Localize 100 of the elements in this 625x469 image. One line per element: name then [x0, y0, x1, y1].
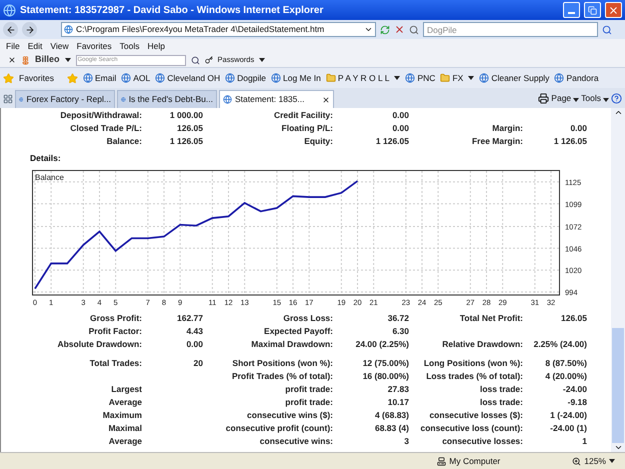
stat-label: Floating P/L:	[282, 123, 333, 133]
stat-value: 2.25% (24.00)	[534, 338, 587, 349]
globe-icon	[223, 95, 232, 104]
favorites-link[interactable]: AOL	[133, 72, 150, 84]
print-icon[interactable]	[538, 93, 550, 104]
stat-label: Relative Drawdown:	[442, 338, 523, 349]
favorites-link[interactable]: Pandora	[566, 72, 599, 84]
globe-icon	[155, 73, 166, 83]
globe-icon	[3, 4, 16, 16]
stat-value: -24.00 (1)	[550, 422, 587, 433]
stat-label: Equity:	[304, 136, 333, 146]
series-label: Balance	[35, 172, 64, 182]
stat-value: 1 000.00	[170, 110, 203, 120]
quick-tabs-icon[interactable]	[3, 94, 13, 104]
menu-item[interactable]: Favorites	[76, 40, 112, 52]
browser-tab[interactable]: Is the Fed's Debt-Bu...	[117, 90, 217, 108]
stat-value: 1 126.05	[170, 136, 203, 146]
stat-value: 1 126.05	[376, 136, 409, 146]
stat-label: Loss trades (% of total):	[426, 370, 523, 381]
stat-label: Short Positions (won %):	[232, 358, 333, 368]
menu-item[interactable]: File	[6, 40, 20, 52]
stat-value: 1 (-24.00)	[550, 410, 587, 420]
close-button[interactable]	[605, 2, 622, 18]
stat-label: Expected Payoff:	[264, 326, 333, 336]
back-button[interactable]	[3, 22, 18, 37]
search-icon	[409, 24, 419, 34]
menu-item[interactable]: Tools	[120, 40, 140, 52]
stat-value: 162.77	[177, 312, 203, 323]
scrollbar[interactable]	[611, 108, 625, 452]
search-field[interactable]: DogPile	[423, 22, 598, 37]
forward-button[interactable]	[22, 22, 37, 37]
favorites-button[interactable]: Favorites	[19, 72, 54, 84]
favorites-link[interactable]: Log Me In	[283, 72, 321, 84]
search-button[interactable]	[602, 24, 612, 34]
globe-icon	[479, 73, 490, 83]
billeo-button[interactable]: Billeo	[35, 53, 60, 67]
favorites-link[interactable]: Dogpile	[237, 72, 266, 84]
search-icon	[602, 24, 612, 34]
favorites-folder[interactable]: P A Y R O L L	[338, 72, 390, 84]
address-field[interactable]: C:\Program Files\Forex4you MetaTrader 4\DetailedStatement.htm	[61, 22, 376, 37]
stat-label: profit trade:	[285, 396, 333, 407]
maximize-button[interactable]	[584, 2, 601, 18]
favorites-link[interactable]: Cleaner Supply	[491, 72, 550, 84]
stat-label: Long Positions (won %):	[424, 358, 523, 368]
help-icon[interactable]	[611, 93, 622, 104]
dropdown-arrow-icon	[468, 76, 474, 80]
favorites-link[interactable]: Cleveland OH	[167, 72, 220, 84]
command-menu[interactable]: Page	[551, 92, 572, 105]
zoom-level[interactable]: 125%	[584, 454, 606, 468]
stat-label: Deposit/Withdrawal:	[60, 110, 142, 120]
forward-arrow-icon	[24, 24, 34, 34]
stat-label: Profit Trades (% of total):	[232, 370, 333, 381]
favorites-link[interactable]: PNC	[417, 72, 436, 84]
stat-value: 0.00	[392, 110, 409, 120]
stat-value: -24.00	[562, 384, 587, 394]
stat-value: 0.00	[186, 338, 203, 349]
chevron-down-icon[interactable]	[364, 25, 373, 34]
stat-label: Free Margin:	[472, 136, 523, 146]
minimize-button[interactable]	[563, 2, 580, 18]
stat-value: 3	[404, 436, 409, 446]
menu-item[interactable]: View	[50, 40, 69, 52]
stat-value: 24.00 (2.25%)	[356, 338, 409, 349]
stat-value: 16 (80.00%)	[362, 370, 409, 381]
command-menu[interactable]: Tools	[581, 92, 601, 105]
search-icon[interactable]	[190, 56, 200, 64]
favorites-link[interactable]: Email	[94, 72, 116, 84]
menu-item[interactable]: Help	[147, 40, 165, 52]
menu-item[interactable]: Edit	[28, 40, 42, 52]
computer-icon	[437, 456, 446, 466]
dropdown-arrow-icon	[573, 98, 580, 102]
stat-value: 126.05	[561, 312, 587, 323]
folder-icon	[326, 73, 336, 83]
stat-label: Gross Profit:	[90, 312, 142, 323]
stop-icon[interactable]	[394, 24, 405, 35]
stat-value: 4 (68.83)	[374, 410, 409, 420]
chevron-up-icon[interactable]	[614, 108, 622, 117]
stat-label: Credit Facility:	[274, 110, 333, 120]
dropdown-arrow-icon	[609, 459, 615, 463]
stat-value: -9.18	[568, 396, 587, 407]
stat-value: 0.00	[570, 123, 587, 133]
favorites-folder[interactable]: FX	[452, 72, 464, 84]
stat-value: 4.43	[186, 326, 203, 336]
stat-label: Total Net Profit:	[460, 312, 523, 323]
star-icon	[3, 72, 14, 84]
chevron-down-icon[interactable]	[614, 443, 622, 452]
stat-label: consecutive losses:	[442, 436, 523, 446]
stat-label: Total Trades:	[90, 358, 142, 368]
browser-tab[interactable]: Statement: 1835...	[219, 90, 334, 108]
browser-tab[interactable]: Forex Factory - Repl...	[15, 90, 115, 108]
stat-label: consecutive wins:	[260, 436, 333, 446]
globe-icon	[225, 73, 236, 83]
stat-label: Closed Trade P/L:	[70, 123, 142, 133]
close-tab-icon[interactable]	[322, 96, 330, 104]
close-icon[interactable]	[8, 56, 16, 64]
stat-value: 12 (75.00%)	[362, 358, 409, 368]
stat-value: 6.30	[392, 326, 409, 336]
refresh-icon[interactable]	[380, 24, 390, 34]
dropdown-arrow-icon	[603, 98, 609, 102]
stat-label: Average	[108, 396, 142, 407]
window-title: Statement: 183572987 - David Sabo - Windows Internet Explorer	[20, 4, 324, 18]
